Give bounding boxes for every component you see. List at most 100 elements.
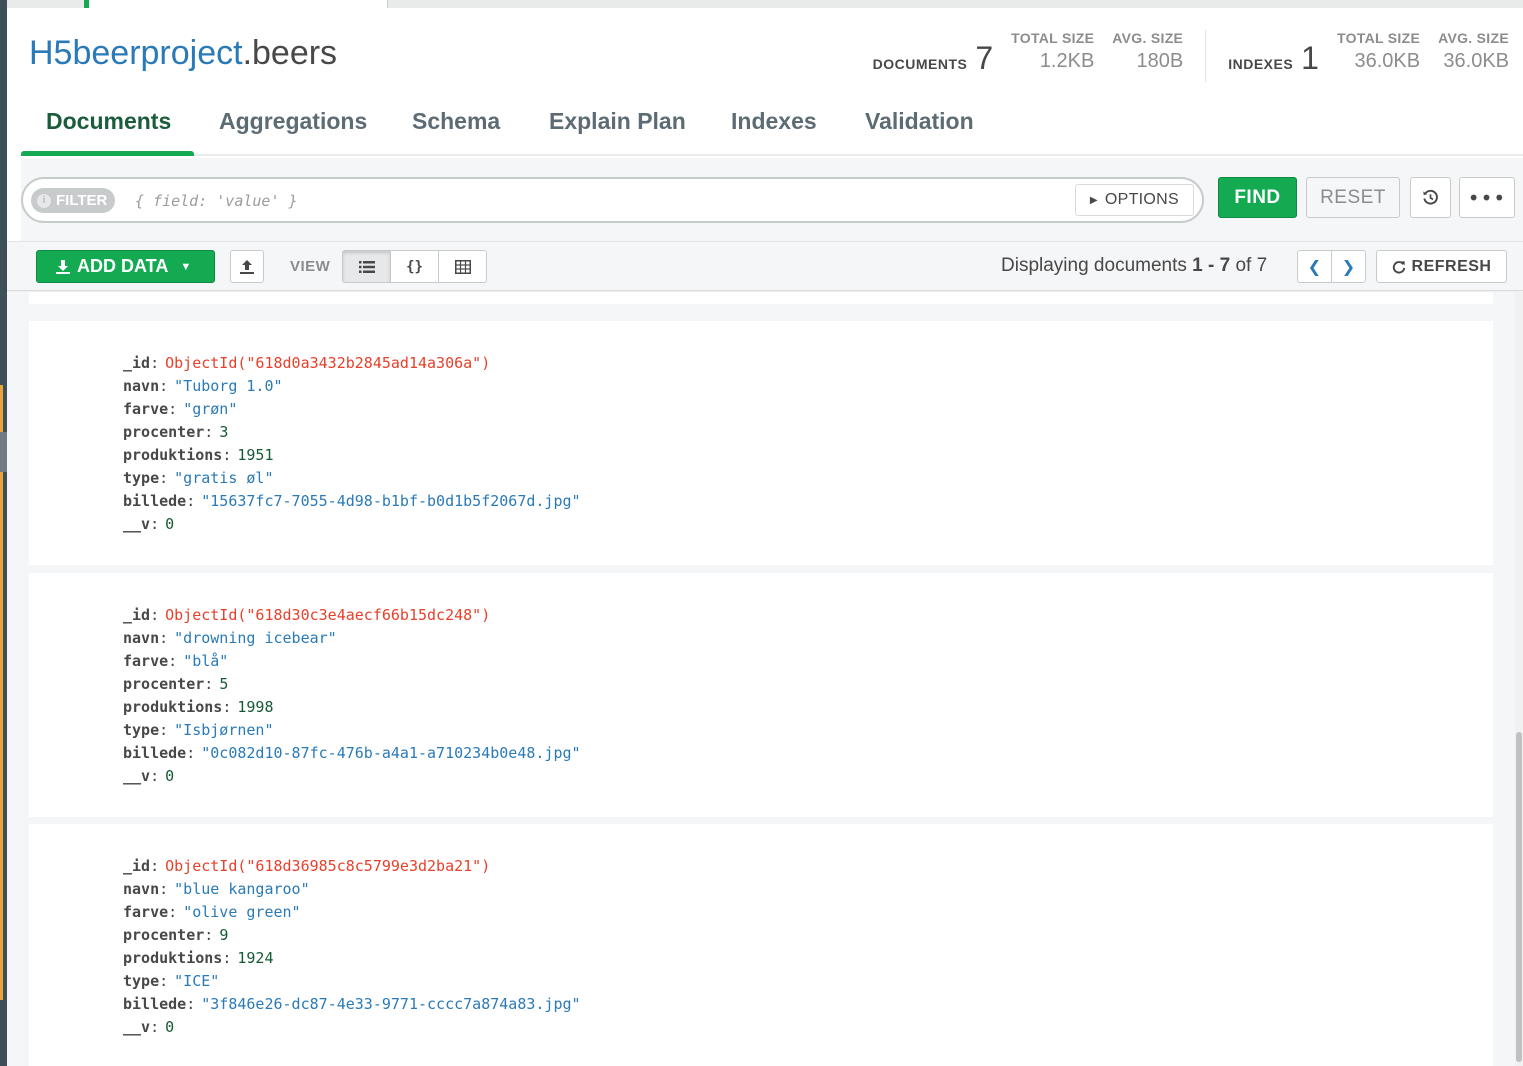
document-card[interactable]: _id: ObjectId("618d36985c8c5799e3d2ba21")… bbox=[29, 824, 1493, 1066]
document-field[interactable]: procenter:3 bbox=[123, 421, 581, 444]
database-name[interactable]: H5beerproject bbox=[29, 34, 243, 72]
field-separator: : bbox=[186, 744, 196, 762]
export-button[interactable] bbox=[230, 250, 264, 283]
field-separator: : bbox=[159, 377, 169, 395]
field-separator: : bbox=[222, 446, 232, 464]
active-tab-underline bbox=[21, 151, 194, 156]
field-value: "drowning icebear" bbox=[174, 629, 337, 647]
document-field[interactable]: produktions:1998 bbox=[123, 696, 581, 719]
field-key: navn bbox=[123, 880, 160, 898]
field-separator: : bbox=[168, 652, 178, 670]
document-field[interactable]: billede: "15637fc7-7055-4d98-b1bf-b0d1b5f… bbox=[123, 490, 581, 513]
document-field[interactable]: type: "ICE" bbox=[123, 970, 581, 993]
document-list-scrollbar[interactable] bbox=[1515, 292, 1523, 1066]
document-field[interactable]: __v:0 bbox=[123, 1016, 581, 1039]
active-tab-marker bbox=[84, 0, 89, 8]
field-value: 0 bbox=[165, 767, 175, 785]
idx-total-size: 36.0KB bbox=[1354, 50, 1421, 72]
index-stats: INDEXES 1 TOTAL SIZE 36.0KB AVG. SIZE 36… bbox=[1228, 30, 1509, 77]
document-field[interactable]: farve: "olive green" bbox=[123, 901, 581, 924]
doc-avg-size: 180B bbox=[1136, 50, 1184, 72]
refresh-label: REFRESH bbox=[1411, 257, 1492, 275]
collection-tabs: Documents Aggregations Schema Explain Pl… bbox=[21, 100, 1523, 156]
document-field[interactable]: _id: ObjectId("618d30c3e4aecf66b15dc248") bbox=[123, 604, 581, 627]
more-options-button[interactable]: ••• bbox=[1459, 177, 1515, 218]
tab-indexes[interactable]: Indexes bbox=[731, 100, 817, 156]
field-value: ObjectId("618d36985c8c5799e3d2ba21") bbox=[165, 857, 491, 875]
caret-right-icon: ▶ bbox=[1089, 194, 1098, 206]
field-separator: : bbox=[168, 903, 178, 921]
stats-divider bbox=[1205, 30, 1207, 82]
tab-explain-plan[interactable]: Explain Plan bbox=[549, 100, 686, 156]
collection-tab-strip bbox=[7, 0, 1523, 8]
document-field[interactable]: navn: "blue kangaroo" bbox=[123, 878, 581, 901]
field-separator: : bbox=[150, 515, 160, 533]
refresh-icon bbox=[1392, 260, 1406, 274]
document-field[interactable]: _id: ObjectId("618d0a3432b2845ad14a306a") bbox=[123, 352, 581, 375]
query-history-button[interactable] bbox=[1410, 177, 1451, 218]
doc-avg-size-label: AVG. SIZE bbox=[1112, 30, 1184, 46]
filter-input[interactable] bbox=[135, 187, 1065, 215]
document-field[interactable]: farve: "grøn" bbox=[123, 398, 581, 421]
field-separator: : bbox=[159, 469, 169, 487]
field-separator: : bbox=[159, 629, 169, 647]
reset-button[interactable]: RESET bbox=[1306, 177, 1400, 218]
document-field[interactable]: produktions:1924 bbox=[123, 947, 581, 970]
document-field[interactable]: billede: "0c082d10-87fc-476b-a4a1-a710234… bbox=[123, 742, 581, 765]
next-page-button[interactable]: ❯ bbox=[1331, 250, 1366, 283]
options-button[interactable]: ▶ OPTIONS bbox=[1074, 184, 1194, 216]
document-field[interactable]: __v:0 bbox=[123, 765, 581, 788]
field-separator: : bbox=[150, 354, 160, 372]
field-value: "Tuborg 1.0" bbox=[174, 377, 283, 395]
export-icon bbox=[240, 259, 254, 274]
document-card[interactable]: _id: ObjectId("618d30c3e4aecf66b15dc248")… bbox=[29, 573, 1493, 817]
field-value: 1998 bbox=[237, 698, 274, 716]
add-data-button[interactable]: ADD DATA ▼ bbox=[36, 250, 215, 283]
field-value: "gratis øl" bbox=[174, 469, 274, 487]
field-value: "0c082d10-87fc-476b-a4a1-a710234b0e48.jp… bbox=[201, 744, 581, 762]
document-field[interactable]: procenter:5 bbox=[123, 673, 581, 696]
collection-stats: DOCUMENTS 7 TOTAL SIZE 1.2KB AVG. SIZE 1… bbox=[873, 30, 1509, 90]
tab-aggregations[interactable]: Aggregations bbox=[219, 100, 367, 156]
field-separator: : bbox=[150, 857, 160, 875]
field-separator: : bbox=[150, 606, 160, 624]
document-field[interactable]: navn: "Tuborg 1.0" bbox=[123, 375, 581, 398]
collection-tab[interactable] bbox=[84, 0, 388, 8]
field-value: 1951 bbox=[237, 446, 274, 464]
document-field[interactable]: billede: "3f846e26-dc87-4e33-9771-cccc7a8… bbox=[123, 993, 581, 1016]
tab-validation[interactable]: Validation bbox=[865, 100, 974, 156]
document-field[interactable]: procenter:9 bbox=[123, 924, 581, 947]
document-field[interactable]: produktions:1951 bbox=[123, 444, 581, 467]
field-key: procenter bbox=[123, 423, 205, 441]
document-field[interactable]: _id: ObjectId("618d36985c8c5799e3d2ba21") bbox=[123, 855, 581, 878]
field-value: "blue kangaroo" bbox=[174, 880, 310, 898]
document-field[interactable]: type: "gratis øl" bbox=[123, 467, 581, 490]
document-field[interactable]: type: "Isbjørnen" bbox=[123, 719, 581, 742]
info-icon[interactable]: i bbox=[37, 193, 51, 208]
field-key: navn bbox=[123, 377, 160, 395]
document-field[interactable]: farve: "blå" bbox=[123, 650, 581, 673]
document-field[interactable]: navn: "drowning icebear" bbox=[123, 627, 581, 650]
previous-page-button[interactable]: ❮ bbox=[1297, 250, 1332, 283]
field-key: _id bbox=[123, 606, 151, 624]
refresh-button[interactable]: REFRESH bbox=[1376, 250, 1507, 283]
list-view-button[interactable] bbox=[342, 250, 391, 283]
field-value: "Isbjørnen" bbox=[174, 721, 274, 739]
filter-pill[interactable]: i FILTER bbox=[31, 188, 116, 213]
find-button[interactable]: FIND bbox=[1218, 177, 1297, 218]
view-label: VIEW bbox=[290, 258, 331, 275]
document-field[interactable]: __v:0 bbox=[123, 513, 581, 536]
scrollbar-thumb[interactable] bbox=[1516, 732, 1522, 1062]
indexes-count: 1 bbox=[1301, 40, 1319, 76]
tab-documents[interactable]: Documents bbox=[46, 100, 171, 156]
document-card[interactable]: _id: ObjectId("618d0a3432b2845ad14a306a")… bbox=[29, 321, 1493, 565]
idx-avg-size-label: AVG. SIZE bbox=[1438, 30, 1509, 46]
tab-schema[interactable]: Schema bbox=[412, 100, 500, 156]
pager: ❮ ❯ bbox=[1297, 250, 1366, 283]
table-view-button[interactable] bbox=[438, 250, 487, 283]
field-value: ObjectId("618d30c3e4aecf66b15dc248") bbox=[165, 606, 491, 624]
idx-total-size-label: TOTAL SIZE bbox=[1336, 30, 1421, 46]
json-view-button[interactable]: {} bbox=[390, 250, 439, 283]
pagination-summary: Displaying documents 1 - 7 of 7 bbox=[1001, 255, 1268, 276]
doc-total-size: 1.2KB bbox=[1039, 50, 1095, 72]
